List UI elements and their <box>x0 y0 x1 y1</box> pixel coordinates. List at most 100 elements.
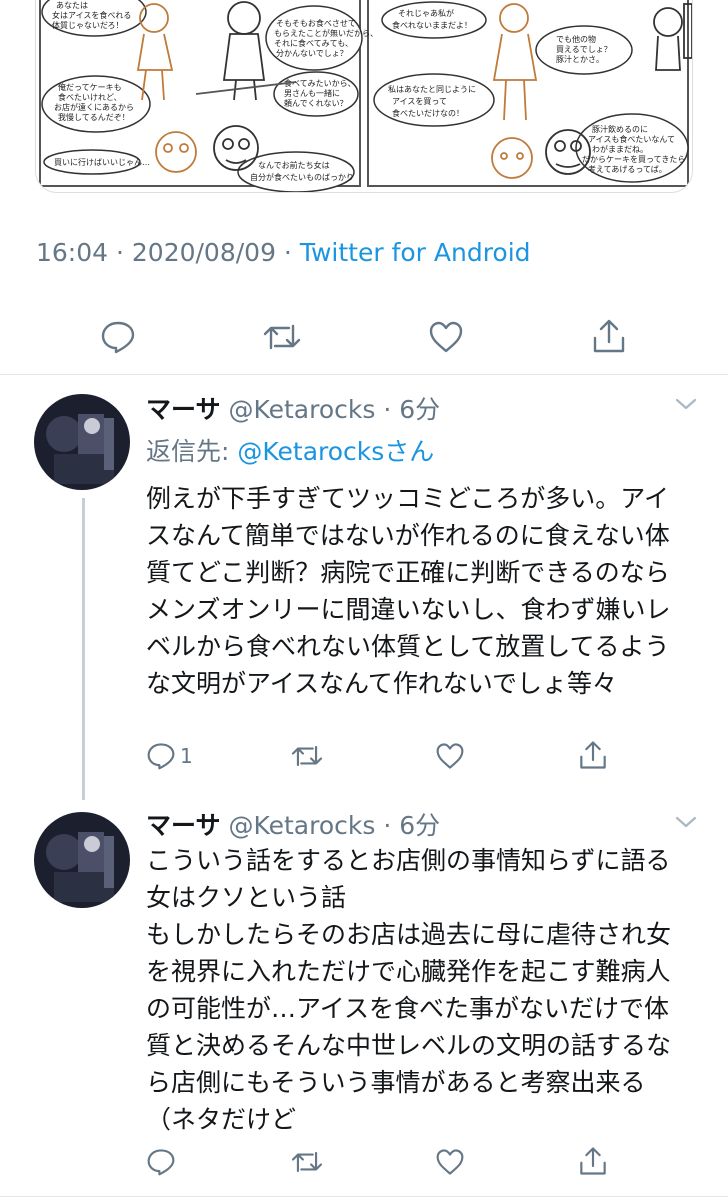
like-icon <box>436 1149 464 1175</box>
separator: · <box>375 395 400 424</box>
like-button[interactable] <box>435 742 465 770</box>
retweet-button[interactable] <box>290 1148 324 1176</box>
svg-text:なんでお前たち女は: なんでお前たち女は <box>258 160 330 170</box>
avatar[interactable] <box>34 812 130 908</box>
reply-button[interactable]: 1 <box>146 742 193 770</box>
replying-to: 返信先: @Ketarocksさん <box>146 432 434 468</box>
reply-button[interactable] <box>100 320 136 354</box>
retweet-icon <box>291 745 323 767</box>
reply-icon <box>101 321 135 354</box>
bubble-text: そもそもお食べさせて <box>276 18 356 28</box>
svg-text:でも他の物: でも他の物 <box>556 34 596 44</box>
reply-text: こういう話をするとお店側の事情知らずに語る女はクソという話 もしかしたらそのお店… <box>146 846 672 1134</box>
share-button[interactable] <box>578 1146 608 1176</box>
svg-text:私はあなたと同じように: 私はあなたと同じように <box>388 85 476 94</box>
retweet-button[interactable] <box>290 742 324 770</box>
bubble-text: 買えるでしょ？ <box>556 45 612 54</box>
retweet-button[interactable] <box>262 320 302 354</box>
svg-text:体質じゃないだろ！: 体質じゃないだろ！ <box>52 20 124 30</box>
separator: · <box>275 238 300 267</box>
user-handle[interactable]: @Ketarocks <box>228 395 375 424</box>
svg-text:もらえたことが無いだから、: もらえたことが無いだから、 <box>274 28 378 38</box>
svg-text:わがままだね。: わがままだね。 <box>592 144 648 154</box>
bubble-text: 我慢してるんだぞ！ <box>58 112 130 122</box>
svg-text:我慢してるんだぞ！: 我慢してるんだぞ！ <box>58 112 130 122</box>
avatar-image <box>34 812 130 908</box>
reply-count: 1 <box>180 744 193 768</box>
svg-text:それじゃあ私が: それじゃあ私が <box>398 8 454 18</box>
more-options-button[interactable] <box>674 396 698 416</box>
avatar[interactable] <box>34 394 130 490</box>
bubble-text: 買いに行けばいいじゃん… <box>54 157 150 167</box>
thread-line <box>82 498 85 800</box>
svg-text:アイスも食べたいなんて: アイスも食べたいなんて <box>588 134 675 144</box>
separator: · <box>108 238 132 267</box>
bubble-text: 食べたいだけなの！ <box>392 108 464 118</box>
share-icon <box>593 319 625 353</box>
comic-image[interactable]: あなたは 女はアイスを食べれる 体質じゃないだろ！ そもそもお食べさせて もらえ… <box>35 0 693 193</box>
svg-text:食べたいだけなの！: 食べたいだけなの！ <box>392 108 464 118</box>
svg-text:俺だってケーキも: 俺だってケーキも <box>58 82 122 92</box>
bubble-text: アイスを買って <box>392 97 447 106</box>
bubble-text: わがままだね。 <box>592 144 648 154</box>
bubble-text: あなたは <box>56 1 88 10</box>
svg-text:豚汁とかさ。: 豚汁とかさ。 <box>556 54 604 64</box>
reply-time: 6分 <box>399 811 441 840</box>
avatar-image <box>34 394 130 490</box>
bubble-text: 豚汁とかさ。 <box>556 54 604 64</box>
reply-header: マーサ @Ketarocks · 6分 <box>146 390 440 426</box>
share-icon <box>580 741 606 769</box>
share-button[interactable] <box>591 318 627 354</box>
like-icon <box>429 321 463 353</box>
like-button[interactable] <box>435 1148 465 1176</box>
svg-text:男さんも一緒に: 男さんも一緒に <box>284 88 340 98</box>
divider <box>0 1196 728 1197</box>
bubble-text: 分かんないでしょ？ <box>276 49 348 58</box>
tweet-time: 16:04 <box>36 238 109 267</box>
svg-text:女はアイスを食べれる: 女はアイスを食べれる <box>52 10 131 20</box>
reply-time: 6分 <box>399 395 441 424</box>
bubble-text: 私はあなたと同じように <box>388 85 476 94</box>
svg-text:自分が食べたいものばっかり: 自分が食べたいものばっかり <box>250 172 354 182</box>
display-name[interactable]: マーサ <box>146 811 221 840</box>
bubble-text: 考えてあげるってば。 <box>588 165 667 174</box>
svg-text:お店が遠くにあるから: お店が遠くにあるから <box>54 102 134 112</box>
reply-text: 例えが下手すぎてツッコミどころが多い。アイスなんて簡単ではないが作れるのに食えな… <box>146 484 671 698</box>
retweet-icon <box>263 324 301 350</box>
bubble-text: だからケーキを買ってきたら <box>582 155 685 164</box>
bubble-text: でも他の物 <box>556 34 596 44</box>
svg-text:食べたいけれど、: 食べたいけれど、 <box>58 92 122 102</box>
svg-text:そもそもお食べさせて: そもそもお食べさせて <box>276 18 356 28</box>
more-options-button[interactable] <box>674 814 698 834</box>
bubble-text: 女はアイスを食べれる <box>52 10 131 20</box>
user-handle[interactable]: @Ketarocks <box>228 811 375 840</box>
retweet-icon <box>291 1151 323 1173</box>
bubble-text: 自分が食べたいものばっかり <box>250 172 354 182</box>
svg-text:豚汁飲めるのに: 豚汁飲めるのに <box>592 124 648 134</box>
bubble-text: それじゃあ私が <box>398 8 454 18</box>
bubble-text: 頼んでくれない？ <box>284 99 348 108</box>
comic-illustration: あなたは 女はアイスを食べれる 体質じゃないだろ！ そもそもお食べさせて もらえ… <box>36 0 692 192</box>
svg-text:アイスを買って: アイスを買って <box>392 97 447 106</box>
svg-text:買えるでしょ？: 買えるでしょ？ <box>556 45 612 54</box>
reply-header: マーサ @Ketarocks · 6分 <box>146 806 440 842</box>
share-button[interactable] <box>578 740 608 770</box>
replying-to-link[interactable]: @Ketarocksさん <box>237 437 434 466</box>
tweet-timestamp: 16:04 · 2020/08/09 · Twitter for Android <box>36 238 531 267</box>
svg-text:食べれないままだよ！: 食べれないままだよ！ <box>392 20 472 30</box>
bubble-text: 俺だってケーキも <box>58 82 122 92</box>
display-name[interactable]: マーサ <box>146 395 221 424</box>
like-icon <box>436 743 464 769</box>
bubble-text: お店が遠くにあるから <box>54 102 134 112</box>
reply-icon <box>147 1149 175 1176</box>
reply-button[interactable] <box>146 1148 180 1176</box>
share-icon <box>580 1147 606 1175</box>
replying-to-label: 返信先: <box>146 437 238 466</box>
tweet-client-link[interactable]: Twitter for Android <box>300 238 531 267</box>
svg-text:あなたは: あなたは <box>56 1 88 10</box>
bubble-text: アイスも食べたいなんて <box>588 134 675 144</box>
bubble-text: 食べたいけれど、 <box>58 92 122 102</box>
tweet-date: 2020/08/09 <box>131 238 276 267</box>
bubble-text: 男さんも一緒に <box>284 88 340 98</box>
like-button[interactable] <box>428 320 464 354</box>
